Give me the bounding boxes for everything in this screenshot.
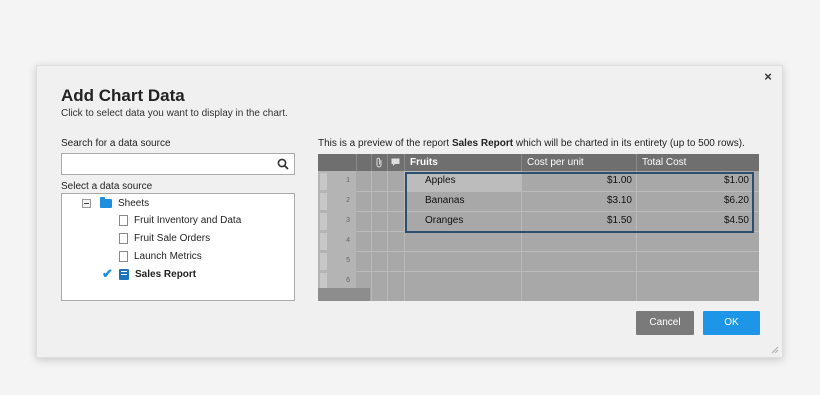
tree-folder-label: Sheets [118, 197, 150, 209]
tree-item-label: Launch Metrics [134, 250, 202, 262]
tree-folder-sheets[interactable]: Sheets [100, 195, 149, 211]
tree-item-launch-metrics[interactable]: Launch Metrics [119, 248, 202, 264]
data-source-tree: Sheets Fruit Inventory and Data Fruit Sa… [61, 193, 295, 301]
source-label: Select a data source [61, 181, 153, 192]
row-number: 2 [346, 197, 350, 204]
tree-item-label: Sales Report [135, 268, 197, 280]
ok-button[interactable]: OK [703, 311, 760, 335]
search-input[interactable] [62, 154, 262, 175]
sheet-icon [119, 232, 128, 244]
column-header-total-cost[interactable]: Total Cost [637, 154, 759, 171]
preview-report-name: Sales Report [451, 138, 514, 149]
preview-suffix: which will be charted in its entirety (u… [513, 138, 745, 149]
grid-footer [318, 288, 370, 301]
row-number: 5 [346, 257, 350, 264]
preview-prefix: This is a preview of the report [318, 138, 452, 149]
tree-item-label: Fruit Sale Orders [134, 232, 211, 244]
sheet-icon [119, 250, 128, 262]
check-icon: ✔ [102, 266, 113, 281]
search-label: Search for a data source [61, 138, 171, 149]
tree-item-fruit-inventory[interactable]: Fruit Inventory and Data [119, 212, 241, 228]
preview-description: This is a preview of the report Sales Re… [318, 138, 745, 149]
row-number: 4 [346, 237, 350, 244]
grid-header: Fruits Cost per unit Total Cost [318, 154, 759, 171]
selection-outline [405, 172, 754, 233]
column-header-cost-per-unit[interactable]: Cost per unit [522, 154, 636, 171]
add-chart-data-dialog: × Add Chart Data Click to select data yo… [36, 65, 783, 358]
comment-icon [391, 158, 400, 166]
folder-icon [100, 196, 112, 208]
report-preview-grid: Fruits Cost per unit Total Cost 1 2 3 4 … [318, 154, 759, 301]
search-field[interactable] [61, 153, 295, 175]
tree-item-label: Fruit Inventory and Data [134, 214, 242, 226]
dialog-subtitle: Click to select data you want to display… [61, 108, 288, 119]
attachment-icon [376, 157, 382, 168]
cancel-button[interactable]: Cancel [636, 311, 694, 335]
tree-item-fruit-sale-orders[interactable]: Fruit Sale Orders [119, 230, 210, 246]
report-icon [119, 268, 129, 280]
search-icon[interactable] [277, 158, 289, 170]
tree-item-sales-report[interactable]: Sales Report [119, 266, 196, 282]
row-number-column: 1 2 3 4 5 6 [318, 171, 356, 301]
close-button[interactable]: × [761, 70, 775, 84]
dialog-title: Add Chart Data [61, 86, 185, 105]
resize-handle-icon[interactable] [771, 346, 779, 354]
column-header-fruits[interactable]: Fruits [405, 154, 521, 171]
row-number: 1 [346, 177, 350, 184]
row-number: 3 [346, 217, 350, 224]
sheet-icon [119, 214, 128, 226]
collapse-icon[interactable] [82, 199, 91, 208]
